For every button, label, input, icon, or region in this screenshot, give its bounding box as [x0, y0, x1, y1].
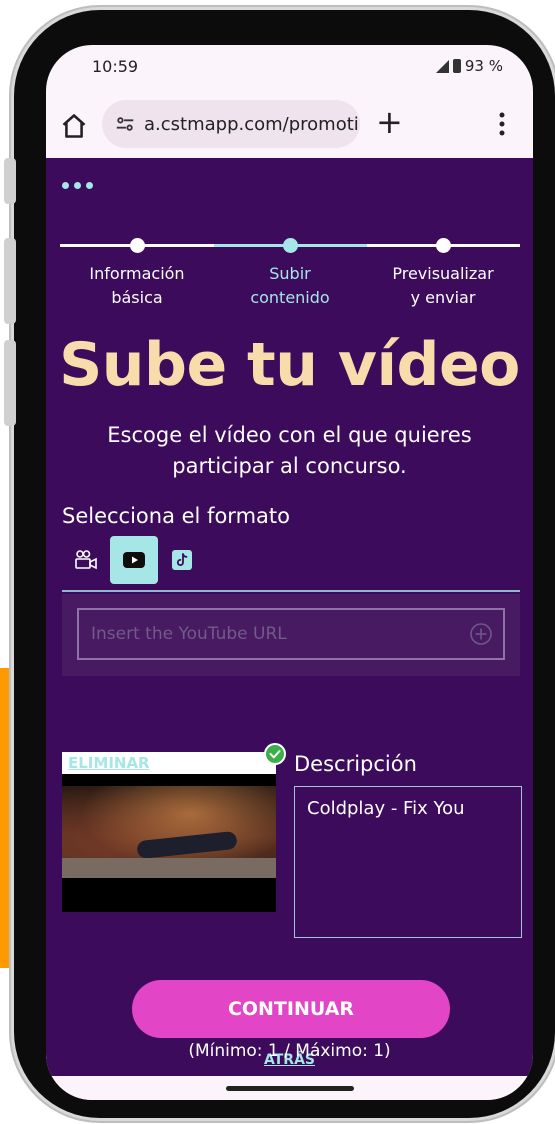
address-bar[interactable]: a.cstmapp.com/promoti [102, 100, 360, 148]
format-label: Selecciona el formato [62, 504, 290, 528]
check-circle-icon [264, 743, 286, 765]
browser-toolbar: a.cstmapp.com/promoti + [46, 100, 533, 158]
phone-volume-down [4, 340, 16, 426]
video-thumbnail-image [62, 786, 276, 878]
battery-icon [452, 59, 461, 73]
phone-volume-up [4, 238, 16, 324]
continue-button[interactable]: CONTINUAR [132, 980, 450, 1038]
page-title: Sube tu vídeo [59, 330, 520, 400]
video-camera-icon [75, 550, 97, 570]
video-thumbnail-card: ELIMINAR [62, 752, 276, 912]
step-label-subir: Subir contenido [250, 264, 330, 307]
home-icon[interactable] [60, 112, 88, 140]
upload-limits-text: (Mínimo: 1 / Máximo: 1) [188, 1041, 391, 1061]
step-dot-3 [436, 238, 451, 253]
format-option-tiktok[interactable] [158, 536, 206, 584]
format-divider [62, 590, 520, 592]
battery-percent: 93 % [464, 57, 503, 75]
status-bar: 10:59 93 % [46, 45, 533, 90]
step-label-previsualizar: Previsualizar y enviar [392, 264, 494, 307]
more-menu-icon[interactable] [498, 110, 506, 138]
signal-icon [435, 59, 449, 73]
format-selector [62, 536, 206, 584]
thumbnail-figure [136, 830, 238, 860]
url-input-panel [62, 594, 520, 676]
tiktok-icon [172, 550, 192, 570]
step-label-informacion: Información básica [89, 264, 185, 307]
description-label: Descripción [294, 752, 417, 776]
format-option-video[interactable] [62, 536, 110, 584]
add-circle-icon[interactable] [469, 622, 493, 646]
phone-side-button [4, 158, 16, 204]
thumbnail-stage [62, 858, 276, 878]
page-subtitle: Escoge el vídeo con el que quieres parti… [107, 423, 472, 478]
menu-dots-icon[interactable] [62, 182, 93, 189]
step-dot-1 [130, 238, 145, 253]
phone-screen: 10:59 93 % a.cstmapp.com/promoti + Infor… [46, 45, 533, 1100]
site-settings-icon[interactable] [114, 113, 136, 135]
progress-stepper: Información básica Subir contenido Previ… [60, 236, 520, 316]
status-icons: 93 % [435, 57, 503, 75]
format-option-youtube[interactable] [110, 536, 158, 584]
remove-video-link[interactable]: ELIMINAR [68, 754, 150, 772]
thumbnail-header: ELIMINAR [62, 752, 276, 774]
youtube-icon [123, 552, 145, 568]
description-textarea[interactable]: Coldplay - Fix You [294, 786, 522, 938]
url-text: a.cstmapp.com/promoti [144, 113, 359, 135]
status-time: 10:59 [92, 57, 139, 76]
home-indicator[interactable] [226, 1086, 354, 1091]
new-tab-icon[interactable]: + [376, 106, 403, 138]
youtube-url-input[interactable] [77, 608, 505, 660]
step-dot-2 [283, 238, 298, 253]
app-content: Información básica Subir contenido Previ… [46, 158, 533, 1076]
